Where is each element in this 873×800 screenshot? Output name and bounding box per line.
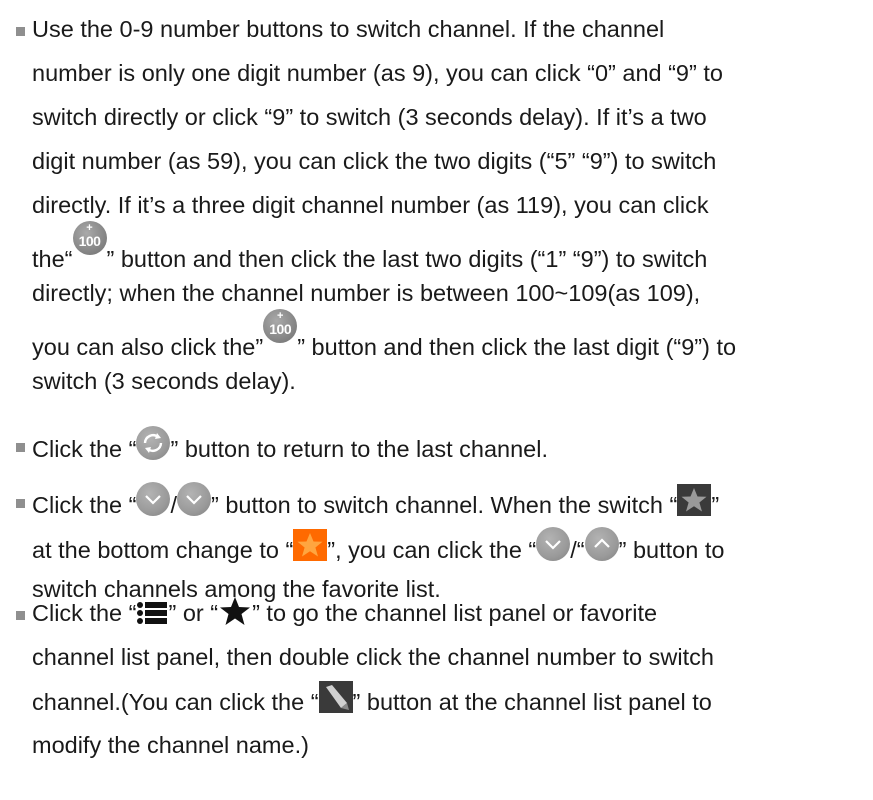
edit-icon	[318, 681, 353, 713]
text-segment: ” to go the channel list panel or favori…	[252, 600, 658, 626]
text-segment: the“	[32, 246, 73, 272]
text-segment: Click the “	[32, 492, 137, 518]
bullet-marker	[16, 443, 25, 452]
text-segment: number is only one digit number (as 9), …	[32, 60, 723, 86]
text-line: Click the “/” button to switch channel. …	[32, 482, 720, 518]
text-segment: ” button and then click the last two dig…	[106, 246, 708, 272]
text-segment: directly; when the channel number is bet…	[32, 280, 701, 306]
text-segment: Click the “	[32, 436, 137, 462]
text-line: Click the “ ” button to return to the las…	[32, 426, 549, 462]
list-icon	[136, 600, 168, 626]
text-segment: channel list panel, then double click th…	[32, 644, 714, 670]
chevron-down-icon	[536, 527, 571, 561]
text-line: digit number (as 59), you can click the …	[32, 146, 716, 176]
text-line: the“ +100” button and then click the last…	[32, 221, 707, 272]
chevron-down-icon	[177, 482, 211, 516]
bullet-marker	[16, 499, 25, 508]
text-segment: switch directly or click “9” to switch (…	[32, 104, 707, 130]
text-line: switch (3 seconds delay).	[32, 366, 296, 396]
text-segment: ” or “	[168, 600, 219, 626]
text-segment: you can also click the”	[32, 334, 264, 360]
hundred-plus-icon: +100	[263, 309, 298, 343]
text-line: Use the 0-9 number buttons to switch cha…	[32, 14, 664, 44]
text-line: number is only one digit number (as 9), …	[32, 58, 723, 88]
hundred-plus-icon: +100	[72, 221, 107, 255]
text-line: channel list panel, then double click th…	[32, 642, 714, 672]
text-segment: ” button to	[618, 537, 725, 563]
text-segment: ”	[711, 492, 720, 518]
text-line: modify the channel name.)	[32, 730, 309, 760]
star-on-icon	[293, 529, 328, 561]
text-segment: ” button and then click the last digit (…	[297, 334, 737, 360]
text-segment: Use the 0-9 number buttons to switch cha…	[32, 16, 665, 42]
star-icon	[218, 596, 252, 626]
text-line: channel.(You can click the “ ” button at …	[32, 681, 712, 715]
bullet-marker	[16, 611, 25, 620]
text-segment: /“	[570, 537, 585, 563]
hundred-glyph: 100	[269, 321, 292, 337]
text-segment: ” button at the channel list panel to	[352, 689, 712, 715]
text-segment: digit number (as 59), you can click the …	[32, 148, 717, 174]
text-segment: modify the channel name.)	[32, 732, 309, 758]
chevron-up-icon	[584, 527, 619, 561]
hundred-glyph: 100	[78, 233, 101, 249]
text-segment: ”, you can click the “	[327, 537, 537, 563]
chevron-down-icon	[136, 482, 171, 516]
document: Use the 0-9 number buttons to switch cha…	[0, 0, 873, 800]
text-segment: switch (3 seconds delay).	[32, 368, 296, 394]
text-line: switch directly or click “9” to switch (…	[32, 102, 707, 132]
bullet-marker	[16, 27, 25, 36]
text-segment: at the bottom change to “	[32, 537, 294, 563]
text-line: directly. If it’s a three digit channel …	[32, 190, 709, 220]
star-off-icon	[677, 484, 712, 516]
text-segment: ” button to switch channel. When the swi…	[211, 492, 678, 518]
text-line: Click the “ ” or “ ” to go the channel lis…	[32, 596, 658, 628]
text-segment: ” button to return to the last channel.	[170, 436, 549, 462]
text-line: at the bottom change to “ ”, you can clic…	[32, 527, 725, 563]
text-line: you can also click the” +100” button and …	[32, 309, 736, 360]
recall-icon	[136, 426, 171, 460]
text-segment: Click the “	[32, 600, 137, 626]
text-segment: channel.(You can click the “	[32, 689, 319, 715]
text-line: directly; when the channel number is bet…	[32, 278, 700, 308]
text-segment: directly. If it’s a three digit channel …	[32, 192, 709, 218]
